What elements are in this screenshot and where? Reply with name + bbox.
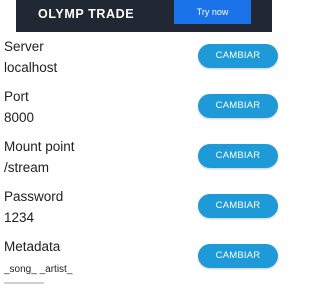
setting-value: _song_ _artist_ <box>4 264 73 275</box>
ad-try-now-button[interactable]: Try now <box>174 0 251 24</box>
next-item-peek <box>4 282 44 284</box>
setting-label: Metadata <box>4 239 61 254</box>
change-port-button[interactable]: CAMBIAR <box>198 94 278 118</box>
ad-banner[interactable]: OLYMP TRADE Try now <box>16 0 272 32</box>
change-password-button[interactable]: CAMBIAR <box>198 194 278 218</box>
settings-screen: OLYMP TRADE Try now Server localhost CAM… <box>0 0 288 288</box>
setting-label: Password <box>4 189 64 204</box>
setting-server: Server localhost CAMBIAR <box>0 39 288 89</box>
ad-brand-logo: OLYMP TRADE <box>38 7 135 21</box>
setting-value: 8000 <box>4 110 35 125</box>
setting-mount-point: Mount point /stream CAMBIAR <box>0 139 288 189</box>
setting-label: Port <box>4 89 29 104</box>
setting-value: /stream <box>4 160 50 175</box>
setting-value: 1234 <box>4 210 35 225</box>
setting-value: localhost <box>4 60 58 75</box>
setting-metadata: Metadata _song_ _artist_ CAMBIAR <box>0 239 288 288</box>
change-server-button[interactable]: CAMBIAR <box>198 44 278 68</box>
setting-label: Server <box>4 39 44 54</box>
setting-password: Password 1234 CAMBIAR <box>0 189 288 239</box>
change-mount-point-button[interactable]: CAMBIAR <box>198 144 278 168</box>
change-metadata-button[interactable]: CAMBIAR <box>198 244 278 268</box>
setting-label: Mount point <box>4 139 75 154</box>
setting-port: Port 8000 CAMBIAR <box>0 89 288 139</box>
